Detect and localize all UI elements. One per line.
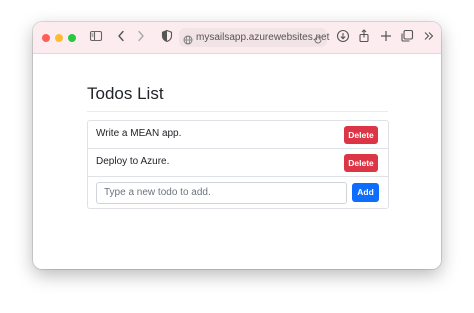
new-tab-icon[interactable] [379,29,393,43]
address-url: mysailsapp.azurewebsites.net [196,32,330,43]
page-content: Todos List Write a MEAN app. Delete Depl… [33,54,441,269]
globe-icon [183,32,193,50]
reload-icon[interactable] [313,32,323,50]
close-window-button[interactable] [42,34,50,42]
todo-text: Deploy to Azure. [96,156,170,167]
tabs-overview-icon[interactable] [400,29,414,43]
new-todo-placeholder: Type a new todo to add. [104,187,211,198]
minimize-window-button[interactable] [55,34,63,42]
zoom-window-button[interactable] [68,34,76,42]
browser-window: mysailsapp.azurewebsites.net Todos List … [33,22,441,269]
forward-icon[interactable] [135,29,147,43]
page-title: Todos List [87,84,164,103]
todo-item: Deploy to Azure. Delete [88,149,388,177]
add-button[interactable]: Add [352,183,379,202]
todo-item: Write a MEAN app. Delete [88,121,388,149]
address-bar[interactable]: mysailsapp.azurewebsites.net [179,28,330,50]
back-icon[interactable] [115,29,127,43]
browser-toolbar: mysailsapp.azurewebsites.net [33,22,441,54]
shield-icon[interactable] [161,29,173,43]
delete-button[interactable]: Delete [344,154,378,172]
more-icon[interactable] [423,29,435,43]
download-icon[interactable] [336,29,350,43]
todo-text: Write a MEAN app. [96,128,182,139]
add-todo-row: Type a new todo to add. Add [88,177,388,208]
new-todo-input[interactable]: Type a new todo to add. [96,182,347,204]
sidebar-icon[interactable] [89,29,103,43]
share-icon[interactable] [357,29,371,43]
delete-button[interactable]: Delete [344,126,378,144]
title-divider [87,111,388,112]
todo-list: Write a MEAN app. Delete Deploy to Azure… [87,120,389,209]
